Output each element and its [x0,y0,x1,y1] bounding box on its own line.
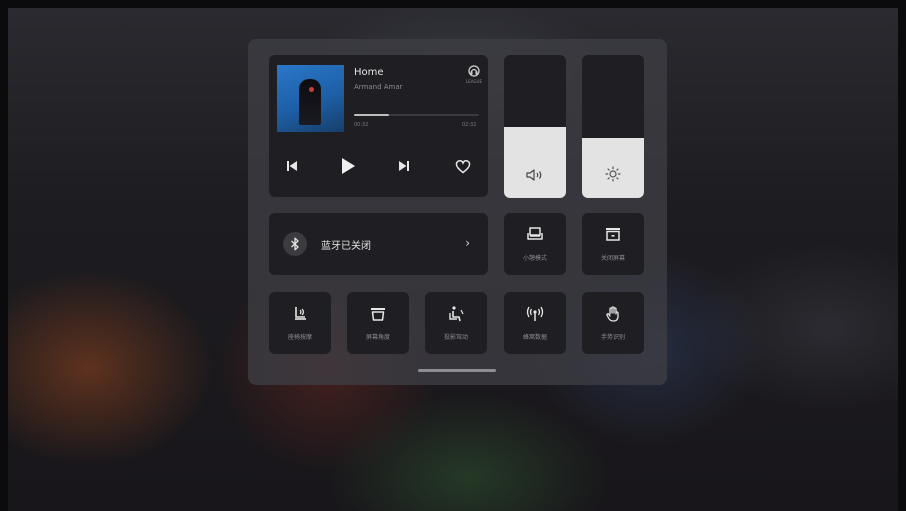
song-title: Home [354,67,384,78]
screen-angle-icon [347,305,409,323]
album-cover-figure [299,79,321,125]
gesture-button[interactable]: 手势识别 [582,292,644,354]
volume-icon [504,168,566,182]
seat-recline-icon [425,305,487,323]
chevron-right-icon: › [465,236,470,250]
massage-seat-icon [269,305,331,323]
bluetooth-icon [283,232,307,256]
nap-mode-label: 小憩模式 [522,255,547,262]
play-button[interactable] [337,155,359,177]
playback-progress-fill [354,114,389,116]
hand-icon [582,305,644,323]
close-screen-button[interactable]: 关闭屏幕 [582,213,644,275]
hotspot-label: 蜂窝数据 [522,334,547,341]
speaker-icon [526,169,542,181]
bluetooth-glyph [291,237,299,251]
seat-massage-button[interactable]: 座椅按摩 [269,292,331,354]
panel-drag-handle[interactable] [418,369,496,372]
music-source-glyph [468,65,480,77]
brightness-icon [582,166,644,182]
seat-massage-label: 座椅按摩 [287,334,312,341]
sun-icon [605,166,621,182]
heart-icon [455,159,471,173]
next-icon [399,161,409,171]
nap-mode-button[interactable]: 小憩模式 [504,213,566,275]
gesture-label: 手势识别 [600,334,625,341]
music-source-icon[interactable]: LEAGUE [466,65,482,84]
brightness-slider[interactable] [582,55,644,198]
screen-angle-button[interactable]: 屏幕角度 [347,292,409,354]
shadow-mode-button[interactable]: 投影驾动 [425,292,487,354]
album-cover[interactable] [277,65,344,132]
play-icon [342,158,355,174]
next-button[interactable] [393,155,415,177]
music-source-label: LEAGUE [466,79,482,84]
signal-tower-icon [504,305,566,323]
seat-icon [504,226,566,242]
previous-icon [287,161,297,171]
previous-button[interactable] [281,155,303,177]
volume-slider-fill [504,126,566,198]
control-center-panel: Home Armand Amar LEAGUE 00:32 02:32 蓝牙已关… [248,39,667,385]
close-screen-label: 关闭屏幕 [600,255,625,262]
favorite-button[interactable] [452,155,474,177]
bluetooth-toggle[interactable]: 蓝牙已关闭 › [269,213,488,275]
volume-slider[interactable] [504,55,566,198]
time-total: 02:32 [462,122,477,128]
bluetooth-status-label: 蓝牙已关闭 [321,241,371,252]
screen-angle-label: 屏幕角度 [365,334,390,341]
shadow-mode-label: 投影驾动 [443,334,468,341]
screen-off-icon [582,226,644,242]
playback-progress-bar[interactable] [354,114,479,116]
time-current: 00:32 [354,122,369,128]
song-artist: Armand Amar [354,83,403,91]
music-player-card: Home Armand Amar LEAGUE 00:32 02:32 [269,55,488,197]
hotspot-button[interactable]: 蜂窝数据 [504,292,566,354]
album-cover-light [309,87,314,92]
